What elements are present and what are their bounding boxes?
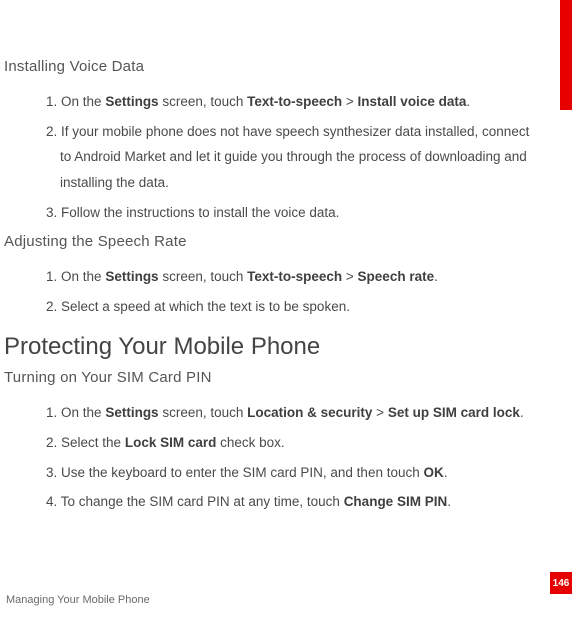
text: . (434, 269, 438, 284)
bold-text: OK (424, 465, 444, 480)
text: . (447, 494, 451, 509)
text: . (466, 94, 470, 109)
page-content: Installing Voice Data 1. On the Settings… (0, 0, 572, 515)
bold-text: Lock SIM card (125, 435, 217, 450)
list-sim-card-pin: 1. On the Settings screen, touch Locatio… (46, 400, 542, 515)
page-number-tab: 146 (550, 572, 572, 594)
heading-installing-voice-data: Installing Voice Data (4, 58, 542, 75)
bold-text: Settings (105, 269, 158, 284)
list-number: 4. (46, 494, 57, 509)
list-number: 2. (46, 299, 57, 314)
text: Follow the instructions to install the v… (61, 205, 339, 220)
text: > (372, 405, 387, 420)
bold-text: Text-to-speech (247, 269, 342, 284)
text: screen, touch (159, 94, 248, 109)
list-item: 1. On the Settings screen, touch Locatio… (46, 400, 542, 426)
text: On the (61, 94, 105, 109)
list-adjusting-speech-rate: 1. On the Settings screen, touch Text-to… (46, 264, 542, 319)
text: On the (61, 269, 105, 284)
list-item: 4. To change the SIM card PIN at any tim… (46, 489, 542, 515)
list-item: 2. Select a speed at which the text is t… (46, 294, 542, 320)
list-number: 2. (46, 435, 57, 450)
list-item: 1. On the Settings screen, touch Text-to… (46, 264, 542, 290)
bold-text: Location & security (247, 405, 372, 420)
bold-text: Settings (105, 94, 158, 109)
footer-text: Managing Your Mobile Phone (6, 594, 150, 606)
text: Select the (61, 435, 125, 450)
text: > (342, 94, 357, 109)
bold-text: Set up SIM card lock (388, 405, 520, 420)
text: screen, touch (159, 269, 248, 284)
list-item: 3. Use the keyboard to enter the SIM car… (46, 460, 542, 486)
text: check box. (216, 435, 284, 450)
heading-sim-card-pin: Turning on Your SIM Card PIN (4, 369, 542, 386)
text: . (444, 465, 448, 480)
bold-text: Install voice data (358, 94, 467, 109)
list-item: 2. Select the Lock SIM card check box. (46, 430, 542, 456)
list-number: 3. (46, 205, 57, 220)
text: If your mobile phone does not have speec… (60, 124, 529, 190)
text: To change the SIM card PIN at any time, … (61, 494, 344, 509)
text: screen, touch (159, 405, 248, 420)
text: > (342, 269, 357, 284)
list-number: 3. (46, 465, 57, 480)
heading-protecting-phone: Protecting Your Mobile Phone (4, 333, 542, 361)
list-number: 1. (46, 405, 57, 420)
top-red-bar (560, 0, 572, 110)
text: On the (61, 405, 105, 420)
bold-text: Settings (105, 405, 158, 420)
bold-text: Text-to-speech (247, 94, 342, 109)
bold-text: Speech rate (358, 269, 435, 284)
list-installing-voice-data: 1. On the Settings screen, touch Text-to… (46, 89, 542, 225)
list-item: 1. On the Settings screen, touch Text-to… (46, 89, 542, 115)
bold-text: Change SIM PIN (344, 494, 448, 509)
text: Use the keyboard to enter the SIM card P… (61, 465, 423, 480)
text: . (520, 405, 524, 420)
list-number: 1. (46, 269, 57, 284)
list-item: 3. Follow the instructions to install th… (46, 200, 542, 226)
heading-adjusting-speech-rate: Adjusting the Speech Rate (4, 233, 542, 250)
list-item: 2. If your mobile phone does not have sp… (46, 119, 542, 196)
list-number: 1. (46, 94, 57, 109)
list-number: 2. (46, 124, 57, 139)
text: Select a speed at which the text is to b… (61, 299, 350, 314)
